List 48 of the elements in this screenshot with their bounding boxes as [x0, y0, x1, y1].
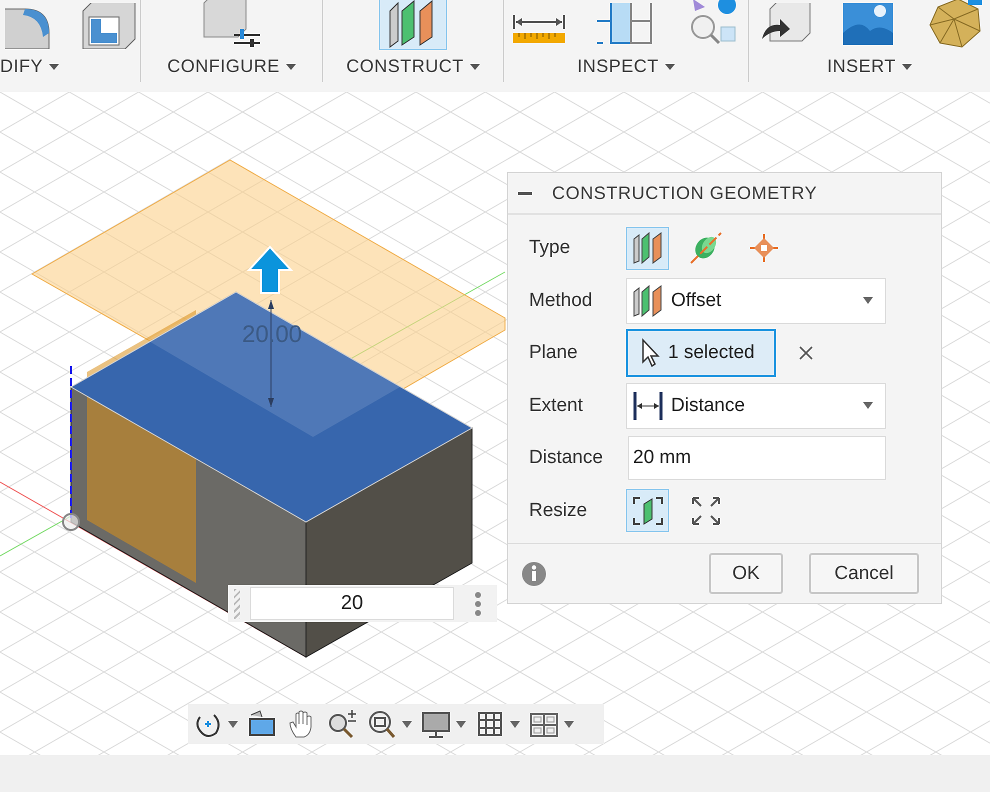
- fit-option-button[interactable]: [626, 489, 669, 532]
- caret-icon: [286, 64, 296, 70]
- toolbar-group-label[interactable]: INSPECT: [577, 56, 659, 77]
- plane-tool-button[interactable]: [379, 0, 447, 50]
- collapse-button[interactable]: [518, 192, 532, 194]
- caret-icon[interactable]: [228, 720, 238, 728]
- field-label: Extent: [529, 394, 584, 417]
- look-tool-icon[interactable]: [246, 709, 278, 739]
- dropdown[interactable]: Offset: [626, 278, 886, 324]
- fit-tool-icon[interactable]: [366, 709, 398, 739]
- box-drawing[interactable]: [70, 291, 473, 658]
- drag-handle[interactable]: [234, 588, 240, 618]
- field-label: Method: [529, 290, 594, 312]
- offset-plane[interactable]: [31, 159, 506, 390]
- info-icon[interactable]: [521, 560, 547, 586]
- display-tool-icon[interactable]: [420, 709, 452, 739]
- caret-icon: [863, 297, 873, 304]
- caret-icon[interactable]: [402, 720, 412, 728]
- field-label: Plane: [529, 342, 579, 364]
- toolbar-group-label[interactable]: CONFIGURE: [167, 56, 280, 77]
- dialog-title: CONSTRUCTION GEOMETRY: [552, 182, 818, 204]
- zoom-tool-icon[interactable]: [326, 709, 358, 739]
- plane-option-button[interactable]: [626, 226, 669, 270]
- origin-point-icon: [62, 513, 80, 531]
- cancel-button[interactable]: Cancel: [809, 553, 919, 594]
- caret-icon[interactable]: [564, 720, 574, 728]
- toolbar-group-label[interactable]: CONSTRUCT: [346, 56, 464, 77]
- caret-icon[interactable]: [456, 720, 466, 728]
- clear-icon[interactable]: [799, 346, 813, 360]
- caret-icon: [902, 64, 912, 70]
- cursor-icon: [640, 338, 660, 368]
- ok-button[interactable]: OK: [709, 553, 783, 594]
- caret-icon: [470, 64, 480, 70]
- selection-button[interactable]: 1 selected: [626, 329, 776, 378]
- value-input-field[interactable]: 20: [250, 587, 454, 620]
- field-label: Resize: [529, 500, 588, 522]
- arrow-handle[interactable]: [246, 246, 294, 294]
- more-options-icon[interactable]: [474, 590, 482, 616]
- dropdown[interactable]: Distance: [626, 382, 886, 429]
- caret-icon: [664, 64, 675, 70]
- caret-icon[interactable]: [510, 720, 520, 728]
- toolbar-group-label[interactable]: INSERT: [827, 56, 896, 77]
- field-label: Type: [529, 237, 572, 260]
- caret-icon: [49, 64, 60, 70]
- distance-input-field[interactable]: 20 mm: [628, 436, 886, 480]
- field-label: Distance: [529, 447, 604, 470]
- caret-icon: [863, 402, 873, 410]
- toolbar-group-label[interactable]: DIFY: [0, 56, 44, 77]
